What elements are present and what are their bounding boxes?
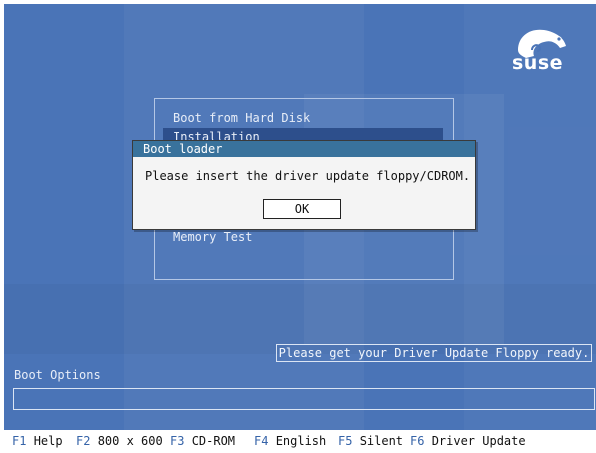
fkey-silent[interactable]: F5 Silent — [338, 430, 403, 453]
fkey-label: 800 x 600 — [97, 434, 163, 448]
suse-logo: suse — [512, 52, 564, 74]
function-key-bar: F1 Help F2 800 x 600 F3 CD-ROM F4 Englis… — [0, 430, 596, 453]
fkey-code: F4 — [254, 434, 269, 448]
fkey-code: F1 — [12, 434, 27, 448]
ok-button[interactable]: OK — [263, 199, 341, 219]
fkey-label: Help — [33, 434, 63, 448]
fkey-code: F6 — [410, 434, 425, 448]
menu-item-memory-test[interactable]: Memory Test — [163, 228, 443, 246]
fkey-label: Silent — [359, 434, 404, 448]
fkey-help[interactable]: F1 Help — [12, 430, 63, 453]
fkey-code: F5 — [338, 434, 353, 448]
fkey-driver-update[interactable]: F6 Driver Update — [410, 430, 526, 453]
fkey-code: F2 — [76, 434, 91, 448]
fkey-label: Driver Update — [431, 434, 526, 448]
status-message: Please get your Driver Update Floppy rea… — [276, 344, 592, 362]
dialog-title: Boot loader — [133, 141, 475, 157]
fkey-label: English — [275, 434, 327, 448]
fkey-label: CD-ROM — [191, 434, 236, 448]
fkey-language[interactable]: F4 English — [254, 430, 326, 453]
fkey-resolution[interactable]: F2 800 x 600 — [76, 430, 163, 453]
dialog-message: Please insert the driver update floppy/C… — [145, 169, 471, 183]
fkey-code: F3 — [170, 434, 185, 448]
boot-options-input[interactable] — [13, 388, 595, 410]
boot-loader-dialog: Boot loader Please insert the driver upd… — [132, 140, 476, 230]
boot-options-label: Boot Options — [14, 368, 101, 382]
fkey-cd-rom[interactable]: F3 CD-ROM — [170, 430, 235, 453]
boot-screen: suse Boot from Hard Disk Installation Me… — [4, 4, 596, 430]
menu-item-installation[interactable]: Installation — [163, 128, 443, 140]
menu-item-boot-from-hard-disk[interactable]: Boot from Hard Disk — [163, 109, 443, 127]
